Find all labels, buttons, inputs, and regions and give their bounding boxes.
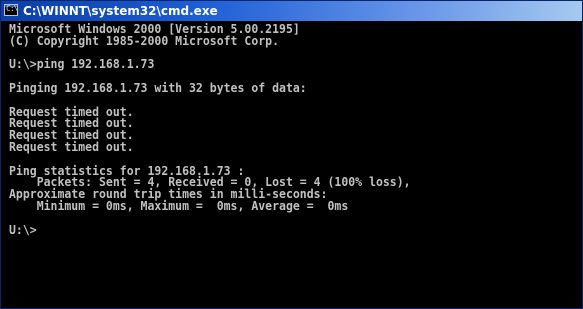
window-titlebar[interactable]: C:\ C:\WINNT\system32\cmd.exe — [1, 1, 582, 21]
console-output[interactable]: Microsoft Windows 2000 [Version 5.00.219… — [9, 23, 581, 305]
window-title: C:\WINNT\system32\cmd.exe — [23, 4, 218, 18]
console-line: Minimum = 0ms, Maximum = 0ms, Average = … — [9, 197, 349, 213]
console-icon[interactable]: C:\ — [4, 4, 18, 16]
console-icon-glyph: C:\ — [6, 4, 18, 13]
command-prompt-window[interactable]: C:\ C:\WINNT\system32\cmd.exe Microsoft … — [0, 0, 583, 309]
console-line: Request timed out. — [9, 138, 134, 154]
console-line: U:\>ping 192.168.1.73 — [9, 56, 155, 72]
console-prompt: U:\> — [9, 221, 37, 237]
console-line: (C) Copyright 1985-2000 Microsoft Corp. — [9, 32, 280, 48]
console-line: Pinging 192.168.1.73 with 32 bytes of da… — [9, 79, 307, 95]
